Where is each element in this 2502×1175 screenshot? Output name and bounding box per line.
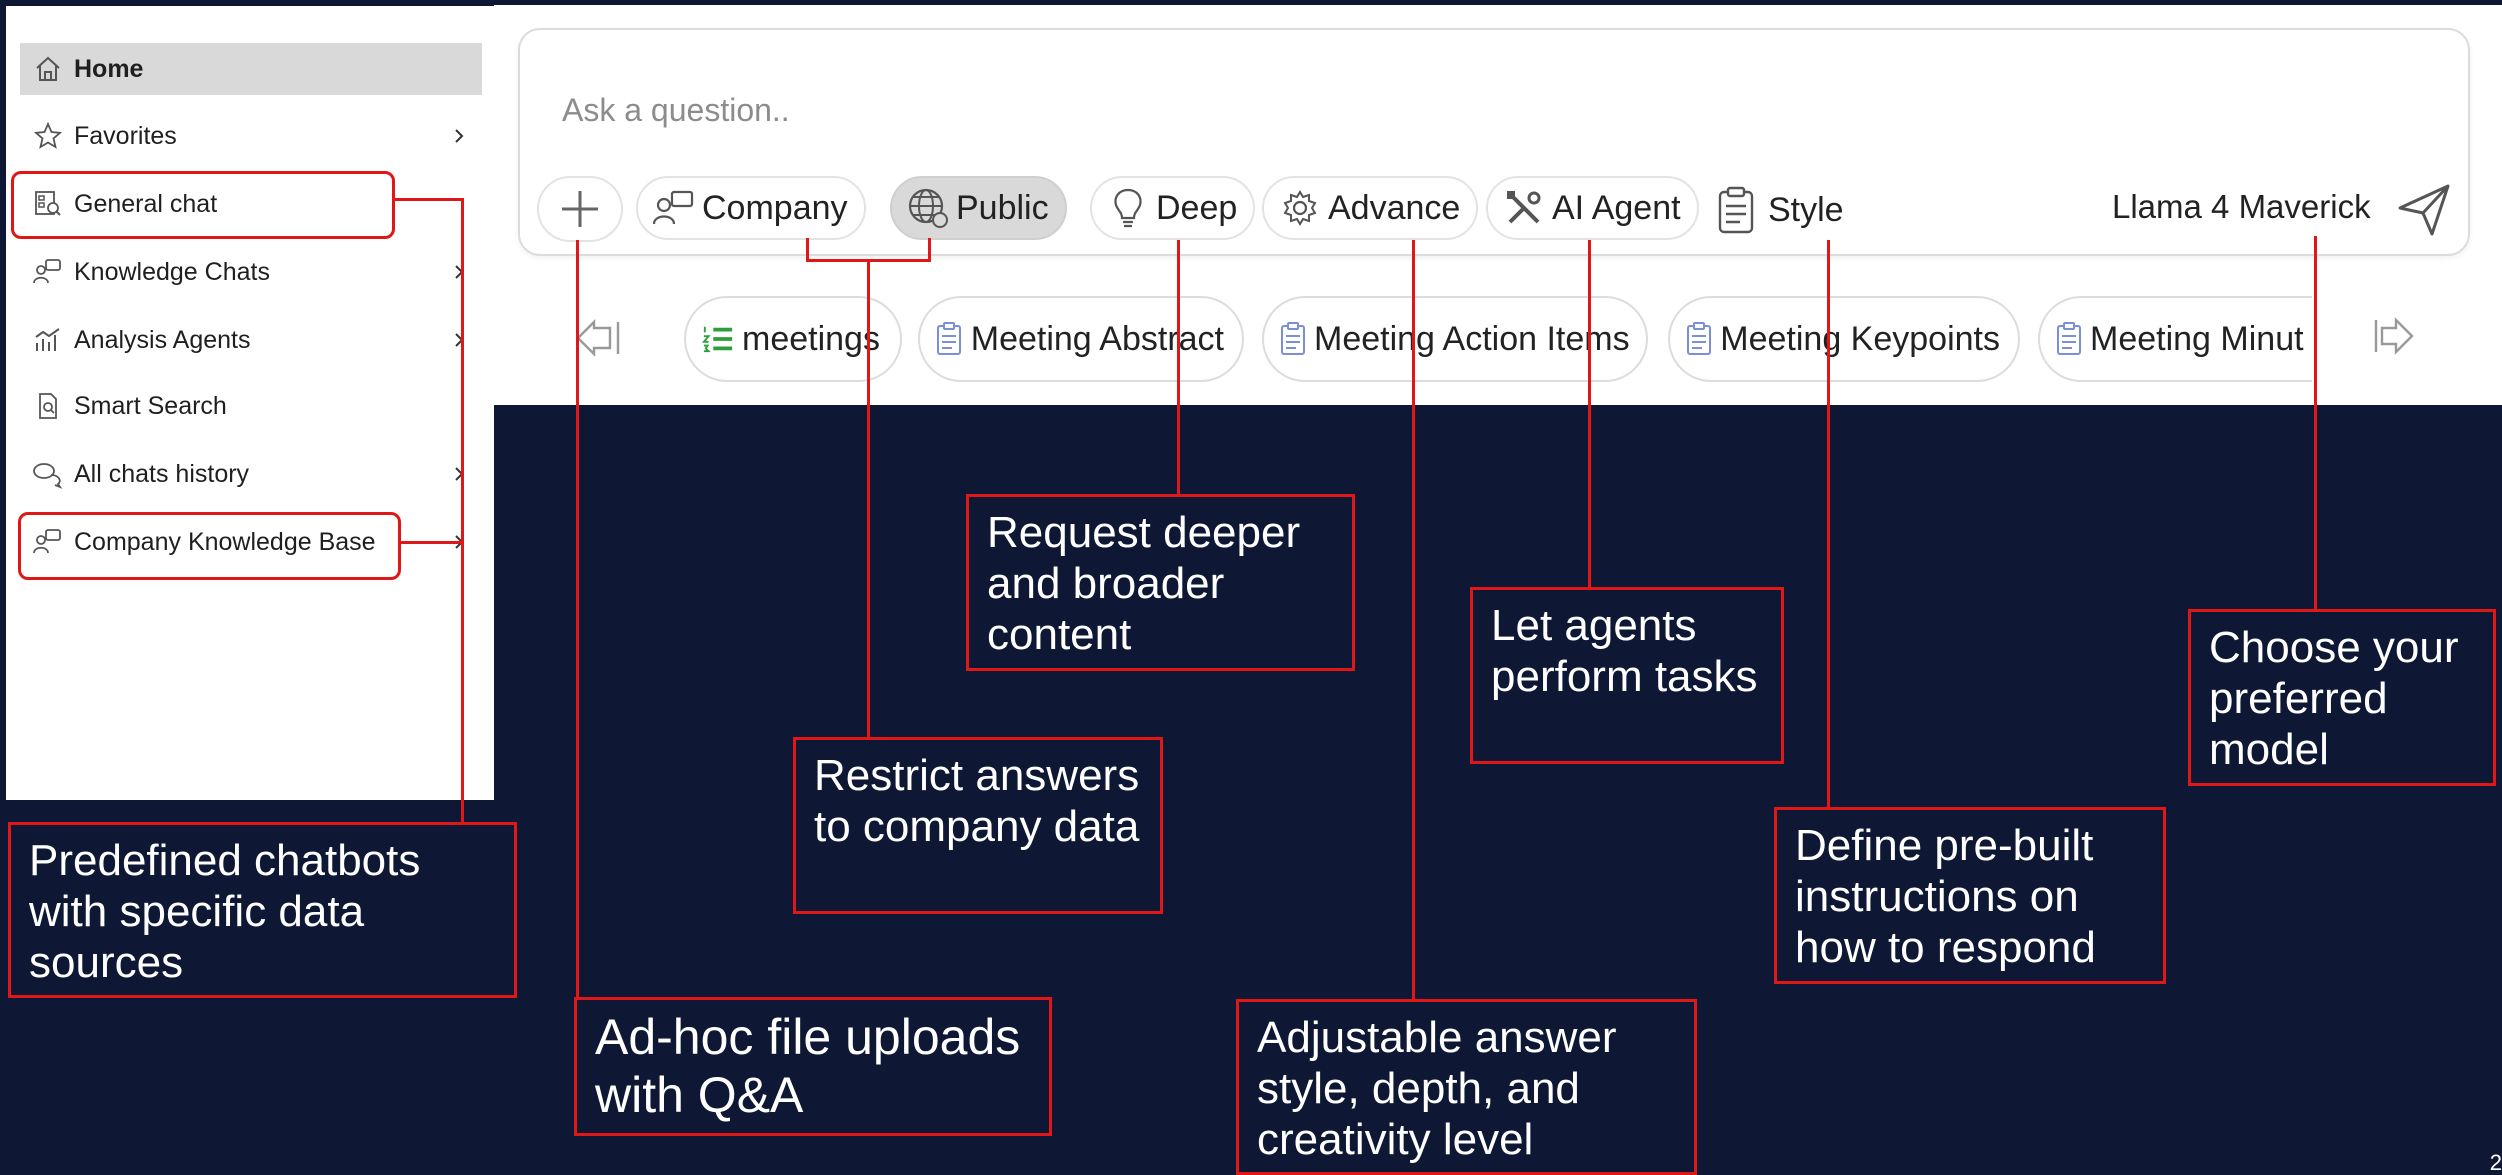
- add-file-button[interactable]: [537, 176, 623, 242]
- sidebar-item-analysis-agents[interactable]: Analysis Agents: [20, 314, 482, 366]
- sidebar-item-favorites[interactable]: Favorites: [20, 110, 482, 162]
- deep-label: Deep: [1156, 188, 1238, 227]
- template-label: meetings: [742, 319, 880, 358]
- sidebar-item-label: All chats history: [74, 459, 250, 488]
- sidebar-item-knowledge-chats[interactable]: Knowledge Chats: [20, 246, 482, 298]
- ai-agent-button[interactable]: AI Agent: [1486, 176, 1699, 240]
- scroll-right-button[interactable]: [2372, 316, 2416, 356]
- callout-upload: Ad-hoc file uploads with Q&A: [574, 997, 1052, 1136]
- callout-advance: Adjustable answer style, depth, and crea…: [1236, 999, 1697, 1175]
- sidebar-item-label: Favorites: [74, 121, 177, 150]
- sidebar-item-all-chats-history[interactable]: All chats history: [20, 448, 482, 500]
- sidebar-item-label: Analysis Agents: [74, 325, 251, 354]
- public-button[interactable]: Public: [890, 176, 1067, 240]
- sidebar-item-smart-search[interactable]: Smart Search: [20, 380, 482, 432]
- lightbulb-icon: [1106, 186, 1150, 230]
- style-button[interactable]: Style: [1712, 182, 1844, 238]
- send-icon: [2398, 184, 2450, 236]
- people-chat-icon: [28, 252, 68, 292]
- scroll-left-button[interactable]: [574, 318, 622, 358]
- highlight-general-chat: [11, 171, 395, 239]
- sidebar-item-label: Knowledge Chats: [74, 257, 270, 286]
- company-label: Company: [702, 188, 848, 227]
- document-search-icon: [28, 386, 68, 426]
- people-chat-icon: [652, 186, 696, 230]
- sidebar: Home Favorites General chat Knowledge Ch…: [6, 6, 494, 800]
- template-meeting-keypoints[interactable]: Meeting Keypoints: [1668, 296, 2020, 382]
- style-label: Style: [1768, 190, 1844, 229]
- chevron-right-icon[interactable]: [444, 459, 474, 489]
- callout-chatbots: Predefined chatbots with specific data s…: [8, 822, 517, 998]
- page-number: 2: [2489, 1150, 2502, 1175]
- send-button[interactable]: [2394, 180, 2454, 240]
- sidebar-item-label: Smart Search: [74, 391, 227, 420]
- company-button[interactable]: Company: [636, 176, 866, 240]
- clipboard-icon: [2056, 319, 2082, 359]
- chat-bubbles-icon: [28, 454, 68, 494]
- template-label: Meeting Keypoints: [1720, 319, 2000, 358]
- callout-style: Define pre-built instructions on how to …: [1774, 807, 2166, 984]
- chevron-right-icon[interactable]: [444, 257, 474, 287]
- public-label: Public: [956, 188, 1049, 227]
- sidebar-item-label: Home: [74, 54, 144, 83]
- callout-model: Choose your preferred model: [2188, 609, 2496, 786]
- clipboard-icon: [1686, 319, 1712, 359]
- highlight-company-knowledge-base: [18, 512, 401, 580]
- chevron-right-icon[interactable]: [444, 325, 474, 355]
- callout-company: Restrict answers to company data: [793, 737, 1163, 914]
- plus-icon: [562, 191, 598, 227]
- clipboard-icon: [1712, 186, 1760, 234]
- callout-agent: Let agents perform tasks: [1470, 587, 1784, 764]
- question-input[interactable]: Ask a question..: [562, 92, 790, 129]
- callout-deep: Request deeper and broader content: [966, 494, 1355, 671]
- list-icon: [702, 319, 734, 359]
- tools-icon: [1502, 186, 1546, 230]
- advance-label: Advance: [1328, 188, 1461, 227]
- template-meeting-abstract[interactable]: Meeting Abstract: [918, 296, 1244, 382]
- sidebar-item-home[interactable]: Home: [20, 43, 482, 95]
- template-label: Meeting Minut: [2090, 319, 2304, 358]
- advance-button[interactable]: Advance: [1262, 176, 1479, 240]
- template-label: Meeting Action Items: [1314, 319, 1630, 358]
- star-icon: [28, 116, 68, 156]
- model-selector[interactable]: Llama 4 Maverick: [2112, 188, 2371, 226]
- arrow-right-icon: [2374, 317, 2414, 355]
- clipboard-icon: [936, 319, 963, 359]
- arrow-left-icon: [576, 319, 620, 357]
- globe-icon: [906, 186, 950, 230]
- deep-button[interactable]: Deep: [1090, 176, 1256, 240]
- clipboard-icon: [1280, 319, 1306, 359]
- home-icon: [28, 49, 68, 89]
- chevron-right-icon[interactable]: [444, 121, 474, 151]
- ai-agent-label: AI Agent: [1552, 188, 1681, 227]
- bar-chart-icon: [28, 320, 68, 360]
- template-label: Meeting Abstract: [970, 319, 1224, 358]
- template-meeting-minutes[interactable]: Meeting Minut: [2038, 296, 2312, 382]
- gear-icon: [1278, 186, 1322, 230]
